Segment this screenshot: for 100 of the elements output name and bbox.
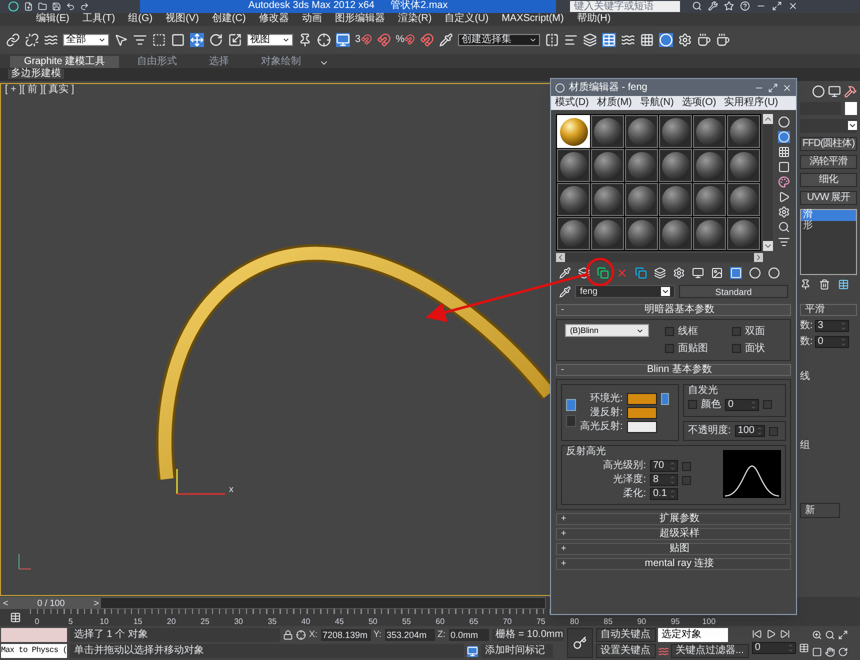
add-time-tag[interactable]: 添加时间标记 [481,644,553,658]
rollout-header[interactable]: + 超级采样 [556,528,791,540]
previous-frame-button[interactable]: < [3,598,8,608]
material-slot[interactable] [693,149,726,182]
named-selection-dropdown[interactable]: 创建选择集 [458,34,540,46]
zoom-extents-icon[interactable] [838,630,848,640]
snap-toggle-button[interactable]: 3 [355,34,372,46]
spinner-arrows-icon[interactable] [670,489,675,499]
align-icon[interactable] [564,32,578,47]
modifier-button[interactable]: UVW 展开 [800,190,857,205]
pin-icon[interactable] [800,278,811,290]
unlock-toggle-button[interactable] [566,414,576,426]
display-icon[interactable] [828,84,841,98]
go-to-start-icon[interactable] [752,629,762,640]
spinner-arrows-icon[interactable] [840,320,846,331]
menu-item[interactable]: 工具(T) [82,14,116,24]
material-slot[interactable] [625,149,658,182]
horizontal-scrollbar[interactable] [556,253,763,262]
number-spinner[interactable]: 100 [734,425,765,437]
menu-item[interactable]: MAXScript(M) [502,14,564,24]
new-file-icon[interactable] [24,2,33,11]
material-slot[interactable] [727,115,760,148]
zoom-all-icon[interactable] [824,630,835,640]
eyedropper-icon[interactable] [559,286,571,298]
checkbox[interactable] [688,400,697,409]
material-slot[interactable] [591,183,624,216]
shader-dropdown[interactable]: (B)Blinn [565,324,649,337]
scroll-down-icon[interactable] [763,241,773,251]
panel-button[interactable]: 新 [800,502,840,518]
maximize-icon[interactable] [772,1,782,12]
unlink-icon[interactable] [25,32,39,47]
zoom-icon[interactable] [812,630,822,640]
number-spinner[interactable]: 0 [725,398,759,410]
modifier-button[interactable]: FFD(圆柱体) [800,136,857,151]
rollout-toggle[interactable]: + [561,557,573,571]
menu-item[interactable]: 实用程序(U) [724,98,778,108]
star-icon[interactable] [724,1,734,12]
spinner-arrows-icon[interactable] [751,400,756,410]
close-icon[interactable] [782,82,792,92]
undo-icon[interactable] [66,2,75,11]
rotate-icon[interactable] [209,32,223,47]
rollout-toggle[interactable]: - [561,363,573,377]
tools-icon[interactable] [708,1,718,12]
time-ruler[interactable]: 0 5 10 15 20 25 30 35 40 45 50 55 60 65 70 75 80 85 90 95 100 [30,609,716,626]
dropdown-arrow-icon[interactable] [848,121,857,130]
material-name-field[interactable]: feng [575,285,675,298]
rollout-header[interactable]: + mental ray 连接 [556,558,791,570]
material-type-button[interactable]: Standard [679,285,788,298]
coordinate-field[interactable]: 353.204m [384,629,435,642]
object-color-swatch[interactable] [845,102,857,115]
auto-key-button[interactable]: 自动关键点 [596,628,656,642]
rollout-header[interactable]: - 明暗器基本参数 [556,304,791,316]
number-spinner[interactable]: 8 [650,474,678,486]
spinner-arrows-icon[interactable] [788,643,793,654]
go-to-end-icon[interactable] [780,629,790,640]
menu-item[interactable]: 组(G) [128,14,153,24]
menu-item[interactable]: 选项(O) [682,98,716,108]
spinner-arrows-icon[interactable] [670,461,675,471]
hammer-icon[interactable] [844,84,857,98]
material-slot[interactable] [625,217,658,250]
save-icon[interactable] [52,2,61,11]
material-slot[interactable] [659,149,692,182]
magnet-icon[interactable] [360,34,372,46]
lock-icon[interactable] [283,630,293,640]
menu-item[interactable]: 动画 [302,14,322,24]
rollout-toggle[interactable]: - [561,303,573,317]
color-swatch[interactable] [626,406,657,418]
open-folder-icon[interactable] [38,2,47,11]
set-key-mode-button[interactable]: 设置关键点 [596,644,656,658]
maxscript-listener-box[interactable] [1,628,67,642]
scroll-right-icon[interactable] [754,253,763,262]
current-frame-field[interactable]: 0 [752,642,796,654]
scrollbar[interactable] [763,114,773,251]
rollout-header[interactable]: 平滑 [800,304,857,316]
rollout-header[interactable]: + 贴图 [556,543,791,555]
material-slot[interactable] [625,115,658,148]
coordinate-field[interactable]: 7208.139m [320,629,371,642]
rollout-header[interactable]: + 扩展参数 [556,513,791,525]
menu-item[interactable]: 导航(N) [640,98,674,108]
material-slot[interactable] [591,217,624,250]
options-icon[interactable] [778,206,790,218]
material-slot[interactable] [557,183,590,216]
material-slot[interactable] [659,183,692,216]
move-icon[interactable] [190,32,204,47]
stack-item[interactable]: 滑 [801,210,856,221]
ribbon-tab[interactable]: 对象绘制 [247,56,316,68]
reset-icon[interactable] [616,267,628,279]
menu-item[interactable]: 材质(M) [596,98,632,108]
material-slot[interactable] [727,183,760,216]
link-icon[interactable] [6,32,20,47]
material-slot[interactable] [727,217,760,250]
ribbon-panel-tab[interactable]: 多边形建模 [8,69,64,80]
scroll-up-icon[interactable] [763,114,773,124]
rollout-toggle[interactable]: + [561,527,573,541]
magnet-icon[interactable] [404,34,416,46]
mirror-icon[interactable] [545,32,560,47]
key-filters-button[interactable]: 关键点过滤器... [670,644,749,658]
number-spinner[interactable]: 3 [814,320,849,332]
orbit-icon[interactable] [838,646,848,657]
lock-button[interactable] [660,393,669,405]
